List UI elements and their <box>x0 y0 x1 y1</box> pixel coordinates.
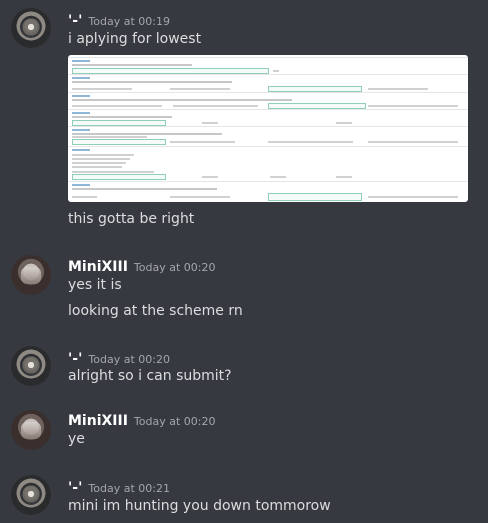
timestamp: Today at 00:20 <box>88 353 170 366</box>
message-text: looking at the scheme rn <box>68 303 243 319</box>
message-group: '-' Today at 00:21 mini im hunting you do… <box>0 475 488 523</box>
message-header: '-' Today at 00:21 <box>68 477 170 496</box>
avatar[interactable] <box>11 255 51 295</box>
message-group: '-' Today at 00:20 alright so i can submi… <box>0 346 488 391</box>
username[interactable]: MiniXIII <box>68 413 128 429</box>
message-header: MiniXIII Today at 00:20 <box>68 410 215 429</box>
message-header: '-' Today at 00:19 <box>68 10 170 29</box>
message-text: alright so i can submit? <box>68 368 232 384</box>
timestamp: Today at 00:20 <box>133 415 216 428</box>
avatar[interactable] <box>11 475 51 515</box>
message-text: mini im hunting you down tommorow <box>68 498 331 514</box>
message-text: yes it is <box>68 277 122 293</box>
message-group: MiniXIII Today at 00:20 ye <box>0 410 488 455</box>
timestamp: Today at 00:21 <box>88 482 170 495</box>
username[interactable]: MiniXIII <box>68 259 128 275</box>
message-text: this gotta be right <box>68 211 195 227</box>
avatar[interactable] <box>11 346 51 386</box>
message-text: i aplying for lowest <box>68 31 202 47</box>
username[interactable]: '-' <box>68 351 82 367</box>
username[interactable]: '-' <box>68 13 82 29</box>
avatar[interactable] <box>11 8 51 48</box>
timestamp: Today at 00:20 <box>133 261 216 274</box>
message-group: MiniXIII Today at 00:20 yes it is looking… <box>0 252 488 322</box>
message-header: MiniXIII Today at 00:20 <box>68 256 215 275</box>
timestamp: Today at 00:19 <box>88 15 170 28</box>
image-attachment[interactable] <box>68 55 468 202</box>
message-text: ye <box>68 431 85 447</box>
avatar[interactable] <box>11 410 51 450</box>
username[interactable]: '-' <box>68 480 82 496</box>
message-group: '-' Today at 00:19 i aplying for lowest <box>0 0 488 235</box>
message-header: '-' Today at 00:20 <box>68 348 170 367</box>
